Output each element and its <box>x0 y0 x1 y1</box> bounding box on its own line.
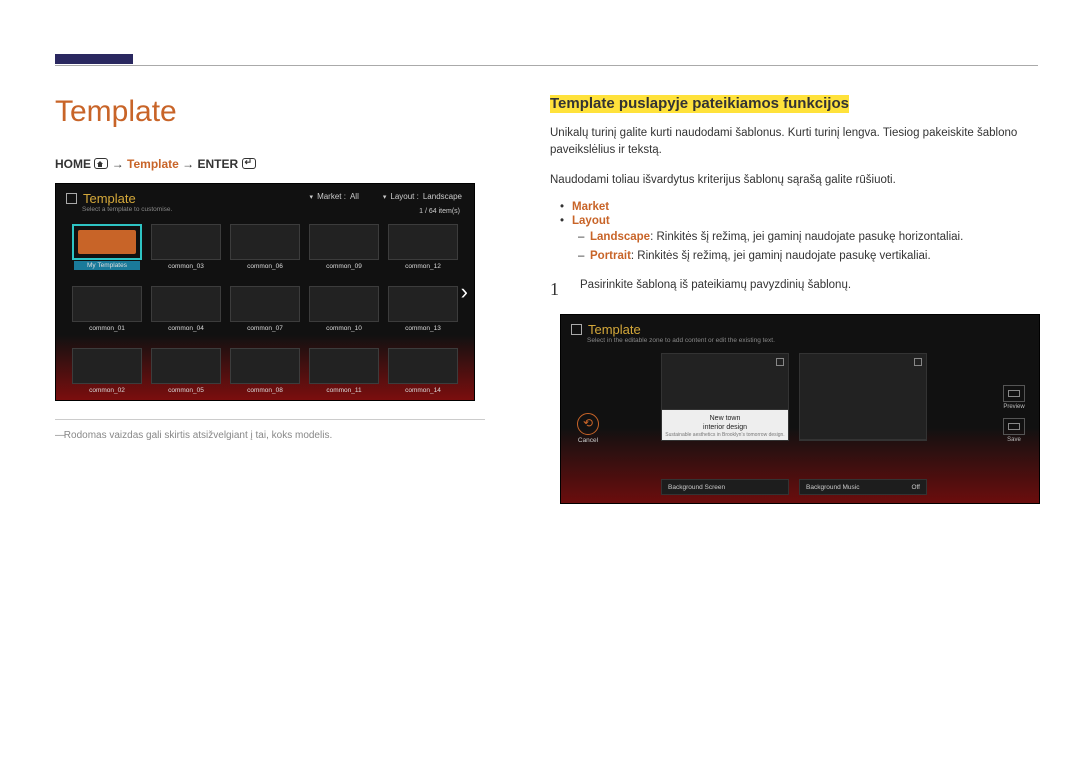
bg-screen-button[interactable]: Background Screen <box>661 479 789 495</box>
save-button[interactable] <box>1003 418 1025 435</box>
s2-header: Template <box>561 315 1039 339</box>
market-value: All <box>350 192 359 201</box>
s2-subtitle: Select in the editable zone to add conte… <box>587 337 1039 344</box>
back-arrow-icon: ⟲ <box>577 413 599 435</box>
panel-subtitle: interior design <box>662 423 788 432</box>
enter-icon <box>242 158 256 169</box>
market-label: Market : <box>317 192 346 201</box>
layout-value: Landscape <box>423 192 462 201</box>
intro-paragraph-1: Unikalų turinį galite kurti naudodami ša… <box>550 125 1040 160</box>
s1-filters: ▾ Market : All ▾ Layout : Landscape <box>310 192 462 201</box>
s1-subtitle: Select a template to customise. <box>82 206 474 213</box>
template-grid-screenshot: Template Select a template to customise.… <box>55 183 475 401</box>
preview-label: Preview <box>1003 404 1025 410</box>
chevron-down-icon: ▾ <box>310 193 314 201</box>
sub-portrait-text: : Rinkitės šį režimą, jei gaminį naudoja… <box>631 250 931 262</box>
right-column: Template puslapyje pateikiamos funkcijos… <box>550 95 1040 504</box>
s1-title: Template <box>83 191 136 206</box>
preview-button[interactable] <box>1003 385 1025 402</box>
home-icon <box>94 158 108 169</box>
cancel-label: Cancel <box>577 437 599 444</box>
template-logo-icon <box>66 193 77 204</box>
next-arrow-icon[interactable]: › <box>461 279 468 305</box>
layout-filter[interactable]: ▾ Layout : Landscape <box>383 192 462 201</box>
header-rule <box>55 65 1038 66</box>
bc-template: Template <box>127 157 179 171</box>
editor-panels: New town interior design Sustainable aes… <box>661 353 927 441</box>
layout-sublist: Landscape: Rinkitės šį režimą, jei gamin… <box>572 229 1040 266</box>
template-editor-screenshot: Template Select in the editable zone to … <box>560 314 1040 504</box>
market-filter[interactable]: ▾ Market : All <box>310 192 359 201</box>
bc-home: HOME <box>55 157 91 171</box>
thumb[interactable]: common_01 <box>72 286 142 322</box>
bg-music-button[interactable]: Background MusicOff <box>799 479 927 495</box>
thumb[interactable]: common_10 <box>309 286 379 322</box>
step-1: 1 Pasirinkite šabloną iš pateikiamų pavy… <box>550 279 1040 300</box>
panel-caption: Sustainable aesthetics in Brooklyn’s tom… <box>662 432 788 439</box>
image-icon <box>914 358 922 366</box>
template-grid: My Templates common_03 common_06 common_… <box>72 224 458 384</box>
s2-title: Template <box>588 322 641 337</box>
panel-right[interactable] <box>799 353 927 441</box>
sub-portrait: Portrait <box>590 250 631 262</box>
left-column: Template HOME → Template → ENTER Templat… <box>55 95 485 441</box>
thumb[interactable]: common_05 <box>151 348 221 384</box>
layout-label: Layout : <box>390 192 418 201</box>
thumb[interactable]: common_12 <box>388 224 458 260</box>
thumb[interactable]: common_08 <box>230 348 300 384</box>
header-accent <box>55 54 133 64</box>
bc-arrow-2: → <box>182 157 194 171</box>
thumb[interactable]: common_14 <box>388 348 458 384</box>
step-text: Pasirinkite šabloną iš pateikiamų pavyzd… <box>580 279 851 300</box>
panel-left[interactable]: New town interior design Sustainable aes… <box>661 353 789 441</box>
bc-enter: ENTER <box>198 157 239 171</box>
panel-title: New town <box>662 414 788 423</box>
thumb[interactable]: common_02 <box>72 348 142 384</box>
section-title: Template puslapyje pateikiamos funkcijos <box>550 95 849 113</box>
bullet-market: Market <box>572 201 609 213</box>
divider <box>55 419 485 420</box>
sub-landscape: Landscape <box>590 231 650 243</box>
bottom-buttons: Background Screen Background MusicOff <box>661 479 927 495</box>
save-label: Save <box>1003 437 1025 443</box>
criteria-list: Market Layout Landscape: Rinkitės šį rež… <box>550 201 1040 266</box>
image-icon <box>776 358 784 366</box>
right-buttons: Preview Save <box>1003 385 1025 451</box>
thumb[interactable]: common_11 <box>309 348 379 384</box>
chevron-down-icon: ▾ <box>383 193 387 201</box>
thumb[interactable]: common_13 <box>388 286 458 322</box>
sub-landscape-text: : Rinkitės šį režimą, jei gaminį naudoja… <box>650 231 963 243</box>
thumb[interactable]: common_09 <box>309 224 379 260</box>
thumb-my-templates[interactable]: My Templates <box>72 224 142 260</box>
cancel-button[interactable]: ⟲ Cancel <box>577 413 599 444</box>
model-note: Rodomas vaizdas gali skirtis atsižvelgia… <box>55 430 485 441</box>
thumb[interactable]: common_07 <box>230 286 300 322</box>
intro-paragraph-2: Naudodami toliau išvardytus kriterijus š… <box>550 172 1040 189</box>
thumb[interactable]: common_06 <box>230 224 300 260</box>
bullet-layout: Layout <box>572 215 610 227</box>
thumb[interactable]: common_03 <box>151 224 221 260</box>
step-number: 1 <box>550 279 562 300</box>
bc-arrow-1: → <box>112 157 124 171</box>
page-title: Template <box>55 95 485 129</box>
thumb[interactable]: common_04 <box>151 286 221 322</box>
item-count: 1 / 64 item(s) <box>419 208 460 215</box>
template-logo-icon <box>571 324 582 335</box>
breadcrumb: HOME → Template → ENTER <box>55 157 485 171</box>
